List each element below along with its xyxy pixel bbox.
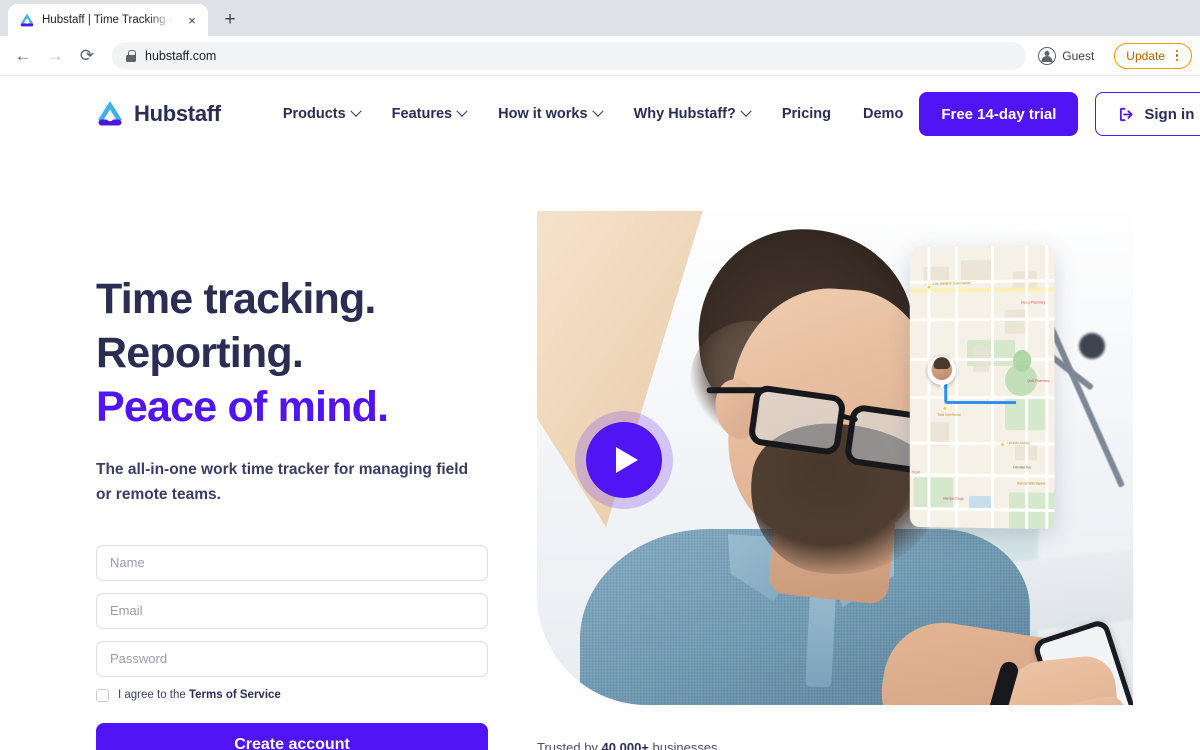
map-poi: Qwik Pharmacy bbox=[1027, 378, 1050, 383]
nav-item-label: Demo bbox=[863, 106, 904, 122]
back-icon[interactable]: ← bbox=[8, 41, 38, 71]
browser-window: Hubstaff | Time Tracking and P × + ← → ⟳… bbox=[0, 0, 1200, 750]
map-avatar-pin bbox=[927, 356, 957, 389]
map-poi: Linkedin Market bbox=[1007, 441, 1030, 446]
hero-content: Time tracking. Reporting. Peace of mind.… bbox=[96, 272, 506, 750]
map-poi: Manipal Drugs bbox=[943, 496, 964, 501]
reload-icon[interactable]: ⟳ bbox=[72, 41, 102, 71]
nav-item-label: Products bbox=[282, 106, 346, 122]
map-poi: Natural Wild Market bbox=[1017, 481, 1046, 486]
lock-icon bbox=[126, 49, 136, 62]
browser-tab-strip: Hubstaff | Time Tracking and P × + bbox=[0, 0, 1200, 36]
update-button[interactable]: Update bbox=[1114, 42, 1192, 69]
headline-line-3: Peace of mind. bbox=[96, 383, 389, 432]
chevron-down-icon bbox=[350, 105, 362, 117]
login-arrow-icon bbox=[1118, 106, 1135, 123]
video-play-button[interactable] bbox=[575, 411, 673, 509]
chevron-down-icon bbox=[740, 105, 752, 117]
nav-links: Products Features How it works Why Hubst… bbox=[267, 105, 919, 122]
nav-item-why-hubstaff[interactable]: Why Hubstaff? bbox=[618, 105, 766, 122]
site-navigation: Hubstaff Products Features How it works … bbox=[0, 76, 1200, 152]
email-input[interactable] bbox=[96, 592, 488, 629]
trusted-suffix: businesses. bbox=[648, 740, 722, 750]
play-icon bbox=[586, 422, 662, 498]
nav-item-how-it-works[interactable]: How it works bbox=[482, 105, 617, 122]
brand-logo[interactable]: Hubstaff bbox=[95, 99, 221, 129]
browser-tab[interactable]: Hubstaff | Time Tracking and P × bbox=[8, 4, 208, 36]
update-label: Update bbox=[1126, 48, 1165, 63]
trusted-count: 40,000+ bbox=[601, 740, 649, 750]
headline-line-1: Time tracking. bbox=[96, 275, 376, 323]
trusted-by-section: Trusted by 40,000+ businesses. GROUPON K… bbox=[537, 740, 1137, 750]
kebab-menu-icon[interactable] bbox=[1169, 49, 1185, 62]
profile-name: Guest bbox=[1062, 48, 1095, 63]
map-poi: Mercy Pharmacy bbox=[1021, 300, 1046, 305]
page-title: Time tracking. Reporting. Peace of mind. bbox=[96, 272, 506, 435]
nav-item-products[interactable]: Products bbox=[267, 105, 376, 122]
hubstaff-logo-icon bbox=[95, 99, 125, 129]
nav-item-label: How it works bbox=[498, 106, 588, 122]
nav-item-label: Features bbox=[391, 106, 453, 122]
sign-in-label: Sign in bbox=[1144, 105, 1195, 123]
browser-toolbar: ← → ⟳ hubstaff.com Guest Update bbox=[0, 36, 1200, 76]
page-content: Hubstaff Products Features How it works … bbox=[0, 76, 1200, 750]
nav-item-demo[interactable]: Demo bbox=[847, 106, 919, 122]
nav-item-label: Why Hubstaff? bbox=[633, 106, 736, 122]
map-poi: Depot bbox=[911, 470, 921, 475]
free-trial-button[interactable]: Free 14-day trial bbox=[919, 92, 1079, 136]
chevron-down-icon bbox=[456, 105, 468, 117]
chevron-down-icon bbox=[591, 105, 604, 117]
terms-of-service-link[interactable]: Terms of Service bbox=[189, 689, 281, 701]
map-overlay-card: Lee Gardens Supermarket Mercy Pharmacy T… bbox=[909, 244, 1055, 530]
trusted-prefix: Trusted by bbox=[537, 740, 602, 750]
trusted-by-text: Trusted by 40,000+ businesses. bbox=[537, 740, 1137, 750]
forward-icon[interactable]: → bbox=[40, 41, 70, 71]
map-poi: Total Tool Rental bbox=[937, 412, 961, 417]
create-account-button[interactable]: Create account bbox=[96, 722, 488, 750]
browser-tab-title: Hubstaff | Time Tracking and P bbox=[42, 14, 177, 26]
map-poi: Lee Gardens Supermarket bbox=[933, 281, 971, 286]
dark-sphere-decor bbox=[1079, 333, 1105, 359]
password-input[interactable] bbox=[96, 640, 488, 677]
brand-name: Hubstaff bbox=[134, 101, 221, 126]
terms-label: I agree to the Terms of Service bbox=[118, 689, 281, 701]
sign-in-button[interactable]: Sign in bbox=[1095, 92, 1200, 136]
address-bar[interactable]: hubstaff.com bbox=[112, 41, 1027, 70]
hero-subheadline: The all-in-one work time tracker for man… bbox=[96, 460, 469, 503]
map-poi: Oakdale Ave bbox=[1013, 465, 1032, 470]
headline-line-2: Reporting. bbox=[96, 329, 304, 378]
nav-item-features[interactable]: Features bbox=[376, 105, 482, 122]
name-input[interactable] bbox=[96, 544, 488, 581]
signup-form: I agree to the Terms of Service Create a… bbox=[96, 544, 488, 750]
terms-checkbox[interactable] bbox=[96, 688, 109, 702]
close-icon[interactable]: × bbox=[184, 12, 200, 28]
terms-row: I agree to the Terms of Service bbox=[96, 688, 488, 702]
person-icon bbox=[1038, 46, 1057, 65]
profile-chip[interactable]: Guest bbox=[1034, 43, 1104, 69]
nav-item-label: Pricing bbox=[781, 106, 832, 122]
nav-item-pricing[interactable]: Pricing bbox=[766, 106, 847, 122]
new-tab-button[interactable]: + bbox=[216, 6, 244, 34]
terms-prefix: I agree to the bbox=[118, 689, 189, 702]
address-bar-url: hubstaff.com bbox=[145, 48, 217, 63]
hubstaff-favicon-icon bbox=[19, 12, 35, 28]
